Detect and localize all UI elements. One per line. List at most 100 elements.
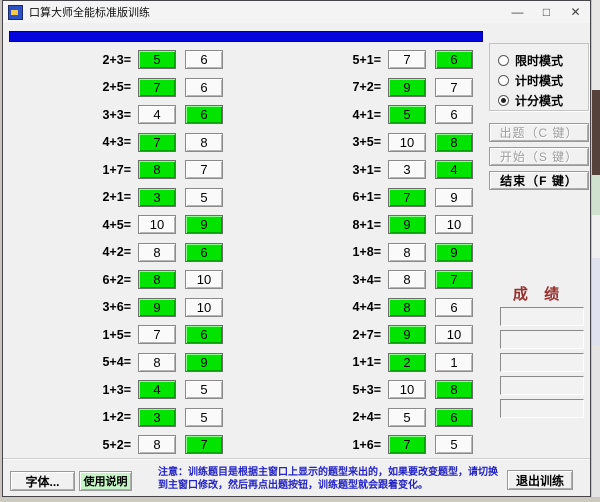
answer-button[interactable]: 10 — [185, 297, 223, 317]
answer-button[interactable]: 9 — [185, 352, 223, 372]
answer-button[interactable]: 5 — [435, 435, 473, 455]
answer-button[interactable]: 8 — [388, 270, 426, 290]
answer-button[interactable]: 7 — [435, 270, 473, 290]
answer-button[interactable]: 8 — [388, 297, 426, 317]
answer-button[interactable]: 3 — [388, 160, 426, 180]
titlebar: 口算大师全能标准版训练 — □ ✕ — [3, 1, 590, 23]
answer-button[interactable]: 8 — [435, 380, 473, 400]
problem-label: 4+4= — [352, 300, 381, 315]
exit-button[interactable]: 退出训练 — [507, 470, 573, 490]
answer-button[interactable]: 10 — [388, 132, 426, 152]
answer-button[interactable]: 6 — [185, 242, 223, 262]
score-fields — [500, 307, 584, 422]
problem-label: 8+1= — [352, 217, 381, 232]
desktop-background-bottom — [0, 497, 600, 502]
mode-option[interactable]: 计时模式 — [498, 71, 588, 90]
answer-button[interactable]: 10 — [435, 325, 473, 345]
answer-button[interactable]: 5 — [388, 407, 426, 427]
answer-button[interactable]: 5 — [185, 187, 223, 207]
answer-button[interactable]: 8 — [138, 242, 176, 262]
answer-button[interactable]: 7 — [138, 77, 176, 97]
answer-button[interactable]: 10 — [388, 380, 426, 400]
start-button[interactable]: 开始（S 键） — [489, 147, 589, 166]
answer-button[interactable]: 8 — [138, 435, 176, 455]
font-button[interactable]: 字体... — [10, 471, 75, 491]
answer-button[interactable]: 7 — [138, 132, 176, 152]
answer-button[interactable]: 8 — [138, 270, 176, 290]
answer-button[interactable]: 6 — [185, 325, 223, 345]
answer-button[interactable]: 4 — [138, 380, 176, 400]
answer-button[interactable]: 9 — [185, 215, 223, 235]
answer-button[interactable]: 9 — [388, 215, 426, 235]
answer-button[interactable]: 6 — [185, 77, 223, 97]
answer-button[interactable]: 8 — [138, 352, 176, 372]
answer-button[interactable]: 9 — [435, 242, 473, 262]
answer-button[interactable]: 7 — [185, 435, 223, 455]
minimize-button[interactable]: — — [503, 1, 532, 23]
finish-button[interactable]: 结束（F 键） — [489, 171, 589, 190]
answer-button[interactable]: 9 — [388, 77, 426, 97]
answer-button[interactable]: 6 — [435, 297, 473, 317]
problem-row: 1+8= 8 9 — [319, 239, 554, 267]
answer-button[interactable]: 4 — [435, 160, 473, 180]
answer-button[interactable]: 1 — [435, 352, 473, 372]
notice-text: 注意：训练题目是根据主窗口上显示的题型来出的，如果要改变题型，请切换 到主窗口修… — [158, 467, 500, 492]
answer-button[interactable]: 8 — [388, 242, 426, 262]
answer-button[interactable]: 2 — [388, 352, 426, 372]
answer-button[interactable]: 5 — [185, 380, 223, 400]
score-field — [500, 330, 584, 349]
help-button[interactable]: 使用说明 — [79, 471, 132, 491]
mode-option[interactable]: 限时模式 — [498, 51, 588, 70]
answer-button[interactable]: 6 — [435, 50, 473, 70]
answer-button[interactable]: 3 — [138, 407, 176, 427]
answer-button[interactable]: 5 — [388, 105, 426, 125]
problem-label: 4+3= — [102, 135, 131, 150]
answer-button[interactable]: 7 — [388, 187, 426, 207]
problem-label: 6+1= — [352, 190, 381, 205]
answer-button[interactable]: 7 — [138, 325, 176, 345]
answer-button[interactable]: 8 — [138, 160, 176, 180]
problem-label: 5+3= — [352, 382, 381, 397]
problem-label: 2+7= — [352, 327, 381, 342]
radio-icon — [498, 75, 509, 86]
maximize-button[interactable]: □ — [532, 1, 561, 23]
problem-label: 1+3= — [102, 382, 131, 397]
answer-button[interactable]: 10 — [435, 215, 473, 235]
answer-button[interactable]: 5 — [185, 407, 223, 427]
answer-button[interactable]: 4 — [138, 105, 176, 125]
problem-label: 5+1= — [352, 52, 381, 67]
answer-button[interactable]: 7 — [435, 77, 473, 97]
answer-button[interactable]: 10 — [138, 215, 176, 235]
score-field — [500, 353, 584, 372]
problem-label: 7+2= — [352, 80, 381, 95]
answer-button[interactable]: 3 — [138, 187, 176, 207]
problem-label: 5+4= — [102, 355, 131, 370]
answer-button[interactable]: 6 — [185, 50, 223, 70]
mode-option[interactable]: 计分模式 — [498, 91, 588, 110]
problem-row: 2+3= 5 6 — [69, 46, 304, 74]
problem-label: 4+2= — [102, 245, 131, 260]
answer-button[interactable]: 9 — [435, 187, 473, 207]
answer-button[interactable]: 7 — [388, 435, 426, 455]
mode-label: 计分模式 — [515, 94, 564, 108]
answer-button[interactable]: 7 — [388, 50, 426, 70]
answer-button[interactable]: 10 — [185, 270, 223, 290]
answer-button[interactable]: 6 — [435, 407, 473, 427]
generate-questions-button[interactable]: 出题（C 键） — [489, 123, 589, 142]
answer-button[interactable]: 7 — [185, 160, 223, 180]
problem-label: 5+2= — [102, 437, 131, 452]
answer-button[interactable]: 8 — [185, 132, 223, 152]
problem-label: 1+6= — [352, 437, 381, 452]
problem-label: 3+6= — [102, 300, 131, 315]
radio-icon — [498, 95, 509, 106]
answer-button[interactable]: 5 — [138, 50, 176, 70]
answer-button[interactable]: 6 — [185, 105, 223, 125]
close-button[interactable]: ✕ — [561, 1, 590, 23]
app-window: 口算大师全能标准版训练 — □ ✕ 2+3= 5 6 2+5= 7 6 3+3= 4 6 4+3=… — [2, 0, 591, 497]
answer-button[interactable]: 8 — [435, 132, 473, 152]
problem-row: 1+7= 8 7 — [69, 156, 304, 184]
answer-button[interactable]: 6 — [435, 105, 473, 125]
answer-button[interactable]: 9 — [138, 297, 176, 317]
answer-button[interactable]: 9 — [388, 325, 426, 345]
desktop-background — [592, 0, 600, 502]
